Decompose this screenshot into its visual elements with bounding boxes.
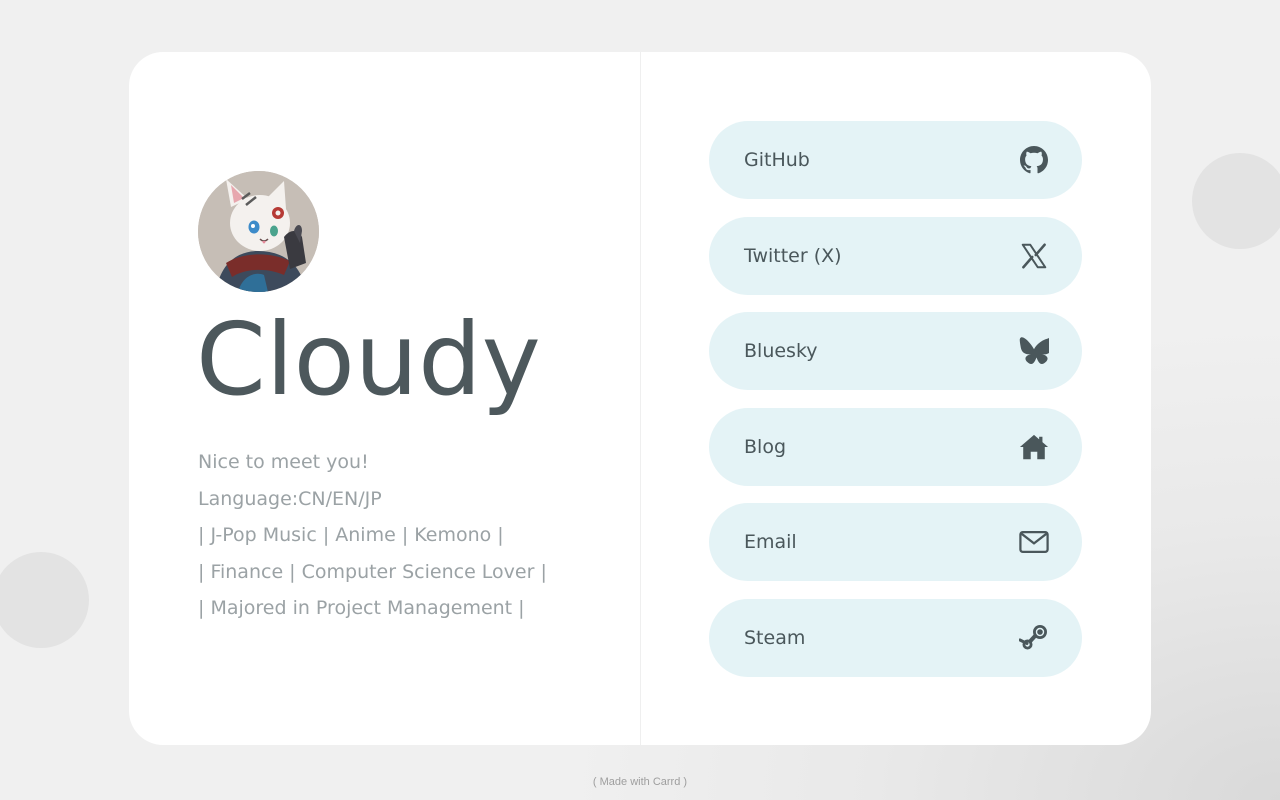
link-label: Twitter (X) [744,244,842,267]
envelope-icon [1019,527,1049,557]
profile-card: Cloudy Nice to meet you! Language:CN/EN/… [129,52,1151,745]
github-link-button[interactable]: GitHub [709,121,1082,199]
avatar [198,171,319,292]
email-link-button[interactable]: Email [709,503,1082,581]
decorative-circle-left [0,552,89,648]
link-label: GitHub [744,149,810,171]
link-label: Bluesky [744,340,818,362]
x-icon [1019,241,1049,271]
decorative-circle-right [1192,153,1280,249]
card-divider [640,52,641,745]
link-label: Blog [744,435,786,458]
github-icon [1019,145,1049,175]
bio-line: | Finance | Computer Science Lover | [198,560,547,583]
home-icon [1019,432,1049,462]
link-label: Email [744,531,797,553]
link-label: Steam [744,626,806,649]
steam-link-button[interactable]: Steam [709,598,1082,677]
made-with-carrd-footer[interactable]: ( Made with Carrd ) [0,776,1280,788]
profile-name: Cloudy [196,301,541,418]
avatar-image [198,171,319,292]
profile-bio: Nice to meet you! Language:CN/EN/JP | J-… [198,446,618,629]
blog-link-button[interactable]: Blog [709,407,1082,486]
bluesky-link-button[interactable]: Bluesky [709,312,1082,390]
bio-line: | Majored in Project Management | [198,597,525,619]
bio-line: Nice to meet you! [198,451,369,473]
twitter-link-button[interactable]: Twitter (X) [709,216,1082,295]
social-links: GitHub Twitter (X) Bluesky Blog Email St… [709,121,1082,694]
bio-line: Language:CN/EN/JP [198,487,382,510]
bio-line: | J-Pop Music | Anime | Kemono | [198,524,504,546]
steam-icon [1019,623,1049,653]
butterfly-icon [1019,336,1049,366]
